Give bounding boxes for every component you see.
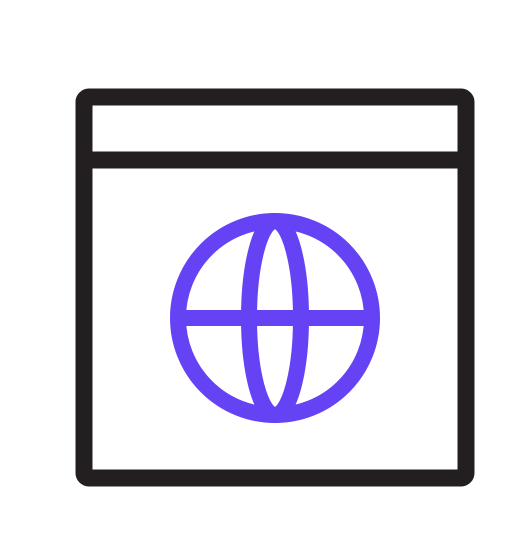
icon-canvas xyxy=(0,0,525,548)
globe-icon xyxy=(170,213,380,423)
browser-globe-icon xyxy=(75,88,475,487)
